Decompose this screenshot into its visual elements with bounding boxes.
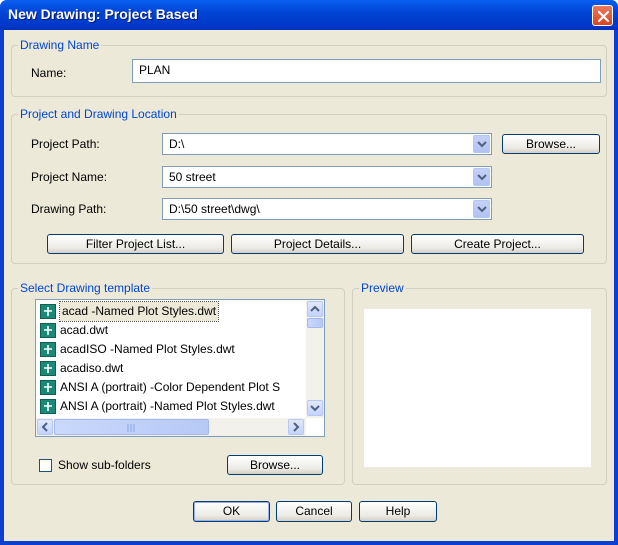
- chevron-down-icon: [477, 174, 487, 181]
- template-group: Select Drawing template acad -Named Plot…: [11, 281, 345, 485]
- drawing-path-label: Drawing Path:: [31, 202, 107, 216]
- project-name-label: Project Name:: [31, 170, 108, 184]
- list-item-label: acadiso.dwt: [60, 361, 124, 375]
- list-item[interactable]: acad.dwt: [40, 321, 300, 340]
- dialog-client: Drawing Name Name: PLAN Project and Draw…: [4, 30, 614, 541]
- show-subfolders-checkbox[interactable]: [39, 459, 52, 472]
- window-title: New Drawing: Project Based: [8, 6, 198, 22]
- template-file-icon: [40, 304, 56, 319]
- chevron-down-icon: [310, 405, 320, 412]
- template-list[interactable]: acad -Named Plot Styles.dwt acad.dwt aca…: [35, 299, 325, 437]
- scroll-down-button[interactable]: [307, 400, 323, 416]
- project-name-dropdown-button[interactable]: [473, 168, 490, 186]
- dialog-window: New Drawing: Project Based Drawing Name …: [0, 0, 618, 545]
- horizontal-scroll-thumb[interactable]: [54, 419, 209, 435]
- title-bar[interactable]: New Drawing: Project Based: [0, 0, 618, 30]
- help-button[interactable]: Help: [359, 501, 437, 522]
- scroll-right-button[interactable]: [288, 419, 304, 435]
- list-item-label: ANSI A (portrait) -Color Dependent Plot …: [60, 380, 281, 394]
- drawing-name-group-label: Drawing Name: [18, 38, 102, 52]
- vertical-scrollbar[interactable]: [306, 300, 324, 418]
- preview-group: Preview: [352, 281, 607, 485]
- template-file-icon: [40, 380, 56, 395]
- drawing-path-dropdown[interactable]: D:\50 street\dwg\: [162, 198, 492, 220]
- list-item[interactable]: acadiso.dwt: [40, 359, 300, 378]
- template-file-icon: [40, 323, 56, 338]
- filter-project-list-button[interactable]: Filter Project List...: [47, 234, 224, 254]
- list-item[interactable]: acadISO -Named Plot Styles.dwt: [40, 340, 300, 359]
- name-label: Name:: [31, 66, 67, 80]
- cancel-button[interactable]: Cancel: [276, 501, 352, 522]
- grip-icon: [127, 424, 135, 432]
- name-field[interactable]: PLAN: [132, 59, 601, 83]
- close-icon: [597, 10, 610, 23]
- template-browse-button[interactable]: Browse...: [227, 455, 323, 475]
- project-path-dropdown[interactable]: D:\: [162, 133, 492, 155]
- scroll-up-button[interactable]: [307, 301, 323, 317]
- template-file-icon: [40, 342, 56, 357]
- chevron-right-icon: [293, 422, 300, 432]
- project-details-button[interactable]: Project Details...: [231, 234, 404, 254]
- list-item[interactable]: ANSI A (portrait) -Named Plot Styles.dwt: [40, 397, 300, 416]
- close-button[interactable]: [592, 5, 613, 26]
- preview-box: [364, 309, 591, 467]
- location-group: Project and Drawing Location Project Pat…: [11, 107, 607, 264]
- scroll-left-button[interactable]: [37, 419, 53, 435]
- list-item[interactable]: ANSI A (portrait) -Color Dependent Plot …: [40, 378, 300, 397]
- list-item-label: ANSI A (portrait) -Named Plot Styles.dwt: [60, 399, 275, 413]
- drawing-name-group: Drawing Name Name: PLAN: [11, 38, 607, 97]
- horizontal-scrollbar[interactable]: [36, 418, 306, 436]
- location-group-label: Project and Drawing Location: [18, 107, 179, 121]
- list-item-label: acadISO -Named Plot Styles.dwt: [60, 342, 235, 356]
- vertical-scroll-thumb[interactable]: [307, 318, 323, 328]
- project-path-label: Project Path:: [31, 137, 100, 151]
- chevron-down-icon: [477, 141, 487, 148]
- drawing-path-value: D:\50 street\dwg\: [169, 202, 260, 216]
- show-subfolders-label: Show sub-folders: [58, 458, 151, 472]
- template-file-icon: [40, 399, 56, 414]
- chevron-down-icon: [477, 206, 487, 213]
- chevron-up-icon: [310, 305, 320, 312]
- preview-group-label: Preview: [359, 281, 406, 295]
- drawing-path-dropdown-button[interactable]: [473, 200, 490, 218]
- project-name-dropdown[interactable]: 50 street: [162, 166, 492, 188]
- list-item-label: acad -Named Plot Styles.dwt: [58, 301, 220, 322]
- project-path-value: D:\: [169, 137, 185, 151]
- ok-button[interactable]: OK: [193, 501, 270, 522]
- template-file-icon: [40, 361, 56, 376]
- create-project-button[interactable]: Create Project...: [411, 234, 584, 254]
- list-item-label: acad.dwt: [60, 323, 109, 337]
- project-browse-button[interactable]: Browse...: [502, 134, 600, 154]
- template-group-label: Select Drawing template: [18, 281, 153, 295]
- project-name-value: 50 street: [169, 170, 216, 184]
- chevron-left-icon: [41, 422, 48, 432]
- project-path-dropdown-button[interactable]: [473, 135, 490, 153]
- list-item[interactable]: acad -Named Plot Styles.dwt: [40, 301, 300, 322]
